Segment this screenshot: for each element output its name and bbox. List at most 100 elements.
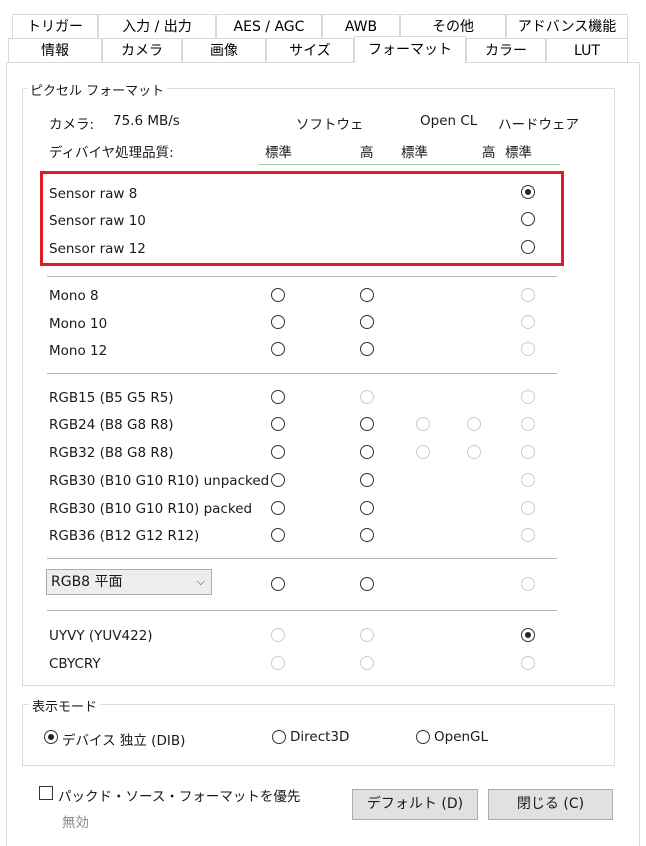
pixel-format-legend: ピクセル フォーマット [27, 80, 168, 99]
col-opencl: Open CL [420, 113, 478, 129]
radio-rgb36-hardware[interactable] [521, 528, 535, 542]
radio-rgb36-sw-high[interactable] [360, 528, 374, 542]
radio-cbycry-sw-standard[interactable] [271, 656, 285, 670]
camera-label: カメラ: [49, 117, 95, 133]
radio-display-direct3d[interactable] [272, 730, 286, 744]
quality-label: ディバイヤ処理品質: [49, 145, 174, 161]
close-button[interactable]: 閉じる (C) [488, 789, 613, 820]
prefer-packed-checkbox[interactable] [39, 786, 53, 800]
radio-rgb24-opencl-high[interactable] [467, 417, 481, 431]
radio-sensor-raw-8-hardware[interactable] [521, 185, 535, 199]
radio-mono-12-hardware[interactable] [521, 342, 535, 356]
radio-rgb36-sw-standard[interactable] [271, 528, 285, 542]
radio-rgb32-hardware[interactable] [521, 445, 535, 459]
tab-format[interactable]: フォーマット [354, 36, 466, 63]
label-cbycry: CBYCRY [49, 656, 101, 672]
label-display-opengl: OpenGL [434, 729, 489, 745]
radio-rgb32-sw-standard[interactable] [271, 445, 285, 459]
tab-other[interactable]: その他 [400, 14, 506, 38]
default-button[interactable]: デフォルト (D) [352, 789, 478, 820]
disabled-note: 無効 [62, 815, 89, 831]
label-display-dib: デバイス 独立 (DIB) [62, 733, 186, 749]
label-rgb30-unpacked: RGB30 (B10 G10 R10) unpacked [49, 473, 270, 489]
quality-standard-hardware: 標準 [505, 145, 532, 161]
radio-mono-8-sw-high[interactable] [360, 288, 374, 302]
radio-planar-sw-high[interactable] [360, 577, 374, 591]
tab-io[interactable]: 入力 / 出力 [98, 14, 216, 38]
radio-planar-hardware[interactable] [521, 577, 535, 591]
radio-rgb32-opencl-high[interactable] [467, 445, 481, 459]
radio-cbycry-hardware[interactable] [521, 656, 535, 670]
radio-rgb15-hardware[interactable] [521, 390, 535, 404]
radio-uyvy-sw-high[interactable] [360, 628, 374, 642]
prefer-packed-label: パックド・ソース・フォーマットを優先 [58, 789, 301, 805]
radio-sensor-raw-10-hardware[interactable] [521, 212, 535, 226]
tab-awb[interactable]: AWB [322, 14, 400, 38]
tab-lut[interactable]: LUT [546, 38, 628, 62]
display-mode-legend: 表示モード [29, 696, 101, 715]
radio-display-opengl[interactable] [416, 730, 430, 744]
tab-camera[interactable]: カメラ [102, 38, 182, 62]
tab-size[interactable]: サイズ [266, 38, 354, 62]
radio-rgb30-unpacked-sw-standard[interactable] [271, 473, 285, 487]
quality-standard-opencl: 標準 [401, 145, 428, 161]
radio-rgb24-hardware[interactable] [521, 417, 535, 431]
quality-high-opencl: 高 [482, 145, 496, 161]
radio-rgb24-sw-high[interactable] [360, 417, 374, 431]
separator [47, 610, 557, 611]
radio-rgb24-sw-standard[interactable] [271, 417, 285, 431]
label-rgb30-packed: RGB30 (B10 G10 R10) packed [49, 501, 253, 517]
separator [47, 558, 557, 559]
tab-color[interactable]: カラー [466, 38, 546, 62]
separator [47, 276, 557, 277]
radio-rgb24-opencl-standard[interactable] [416, 417, 430, 431]
radio-mono-12-sw-standard[interactable] [271, 342, 285, 356]
label-mono-8: Mono 8 [49, 288, 99, 304]
label-mono-10: Mono 10 [49, 316, 108, 332]
planar-format-value: RGB8 平面 [51, 574, 123, 590]
label-rgb24: RGB24 (B8 G8 R8) [49, 417, 174, 433]
tab-trigger[interactable]: トリガー [12, 14, 98, 38]
label-display-direct3d: Direct3D [290, 729, 350, 745]
radio-mono-10-sw-standard[interactable] [271, 315, 285, 329]
tab-aes-agc[interactable]: AES / AGC [216, 14, 322, 38]
radio-uyvy-hardware[interactable] [521, 628, 535, 642]
label-rgb15: RGB15 (B5 G5 R5) [49, 390, 174, 406]
radio-cbycry-sw-high[interactable] [360, 656, 374, 670]
camera-rate: 75.6 MB/s [113, 113, 180, 129]
planar-format-select[interactable]: RGB8 平面 ⌵ [46, 569, 212, 595]
tab-image[interactable]: 画像 [182, 38, 266, 62]
label-rgb36: RGB36 (B12 G12 R12) [49, 528, 200, 544]
radio-mono-8-sw-standard[interactable] [271, 288, 285, 302]
radio-sensor-raw-12-hardware[interactable] [521, 240, 535, 254]
radio-rgb30-packed-sw-standard[interactable] [271, 501, 285, 515]
quality-standard-software: 標準 [265, 145, 292, 161]
radio-mono-12-sw-high[interactable] [360, 342, 374, 356]
radio-mono-8-hardware[interactable] [521, 288, 535, 302]
radio-rgb32-opencl-standard[interactable] [416, 445, 430, 459]
label-sensor-raw-12: Sensor raw 12 [49, 241, 146, 257]
radio-display-dib[interactable] [44, 730, 58, 744]
header-divider [258, 164, 560, 165]
radio-planar-sw-standard[interactable] [271, 577, 285, 591]
radio-rgb15-sw-standard[interactable] [271, 390, 285, 404]
radio-rgb30-packed-sw-high[interactable] [360, 501, 374, 515]
radio-rgb32-sw-high[interactable] [360, 445, 374, 459]
quality-high-software: 高 [360, 145, 374, 161]
col-software: ソフトウェ [296, 117, 364, 133]
label-rgb32: RGB32 (B8 G8 R8) [49, 445, 174, 461]
tab-advanced[interactable]: アドバンス機能 [506, 14, 628, 38]
radio-rgb30-packed-hardware[interactable] [521, 501, 535, 515]
radio-rgb30-unpacked-sw-high[interactable] [360, 473, 374, 487]
tab-info[interactable]: 情報 [8, 38, 102, 62]
radio-mono-10-sw-high[interactable] [360, 315, 374, 329]
radio-rgb30-unpacked-hardware[interactable] [521, 473, 535, 487]
radio-mono-10-hardware[interactable] [521, 315, 535, 329]
col-hardware: ハードウェア [498, 117, 579, 133]
radio-rgb15-sw-high[interactable] [360, 390, 374, 404]
label-sensor-raw-10: Sensor raw 10 [49, 213, 146, 229]
label-uyvy: UYVY (YUV422) [49, 628, 153, 644]
radio-uyvy-sw-standard[interactable] [271, 628, 285, 642]
chevron-down-icon: ⌵ [196, 575, 205, 588]
label-mono-12: Mono 12 [49, 343, 108, 359]
